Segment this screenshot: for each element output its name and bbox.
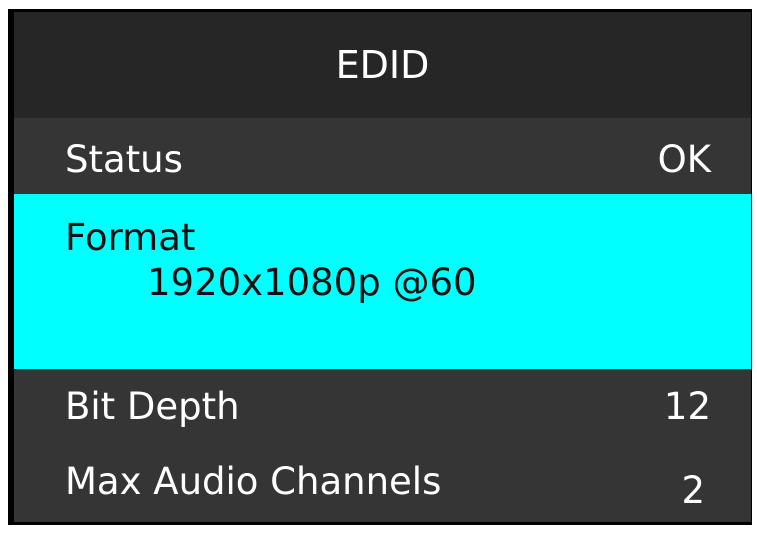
edid-screen: EDID Status OK Format 1920x1080p @60 Bit…	[8, 9, 752, 525]
menu-item-bit-depth[interactable]: Bit Depth 12	[14, 369, 751, 444]
screen-header: EDID	[14, 12, 751, 118]
menu-item-status[interactable]: Status OK	[14, 118, 751, 197]
menu-item-format[interactable]: Format 1920x1080p @60	[14, 194, 751, 369]
format-value: 1920x1080p @60	[147, 261, 477, 304]
screen-title: EDID	[335, 43, 430, 87]
status-value: OK	[657, 138, 711, 181]
status-label: Status	[65, 138, 183, 181]
bit-depth-label: Bit Depth	[65, 385, 240, 428]
menu-item-max-audio-channels[interactable]: Max Audio Channels 2	[14, 444, 751, 522]
max-audio-channels-value: 2	[681, 469, 705, 512]
max-audio-channels-label: Max Audio Channels	[65, 460, 442, 503]
bit-depth-value: 12	[663, 385, 711, 428]
format-label: Format	[65, 216, 196, 259]
